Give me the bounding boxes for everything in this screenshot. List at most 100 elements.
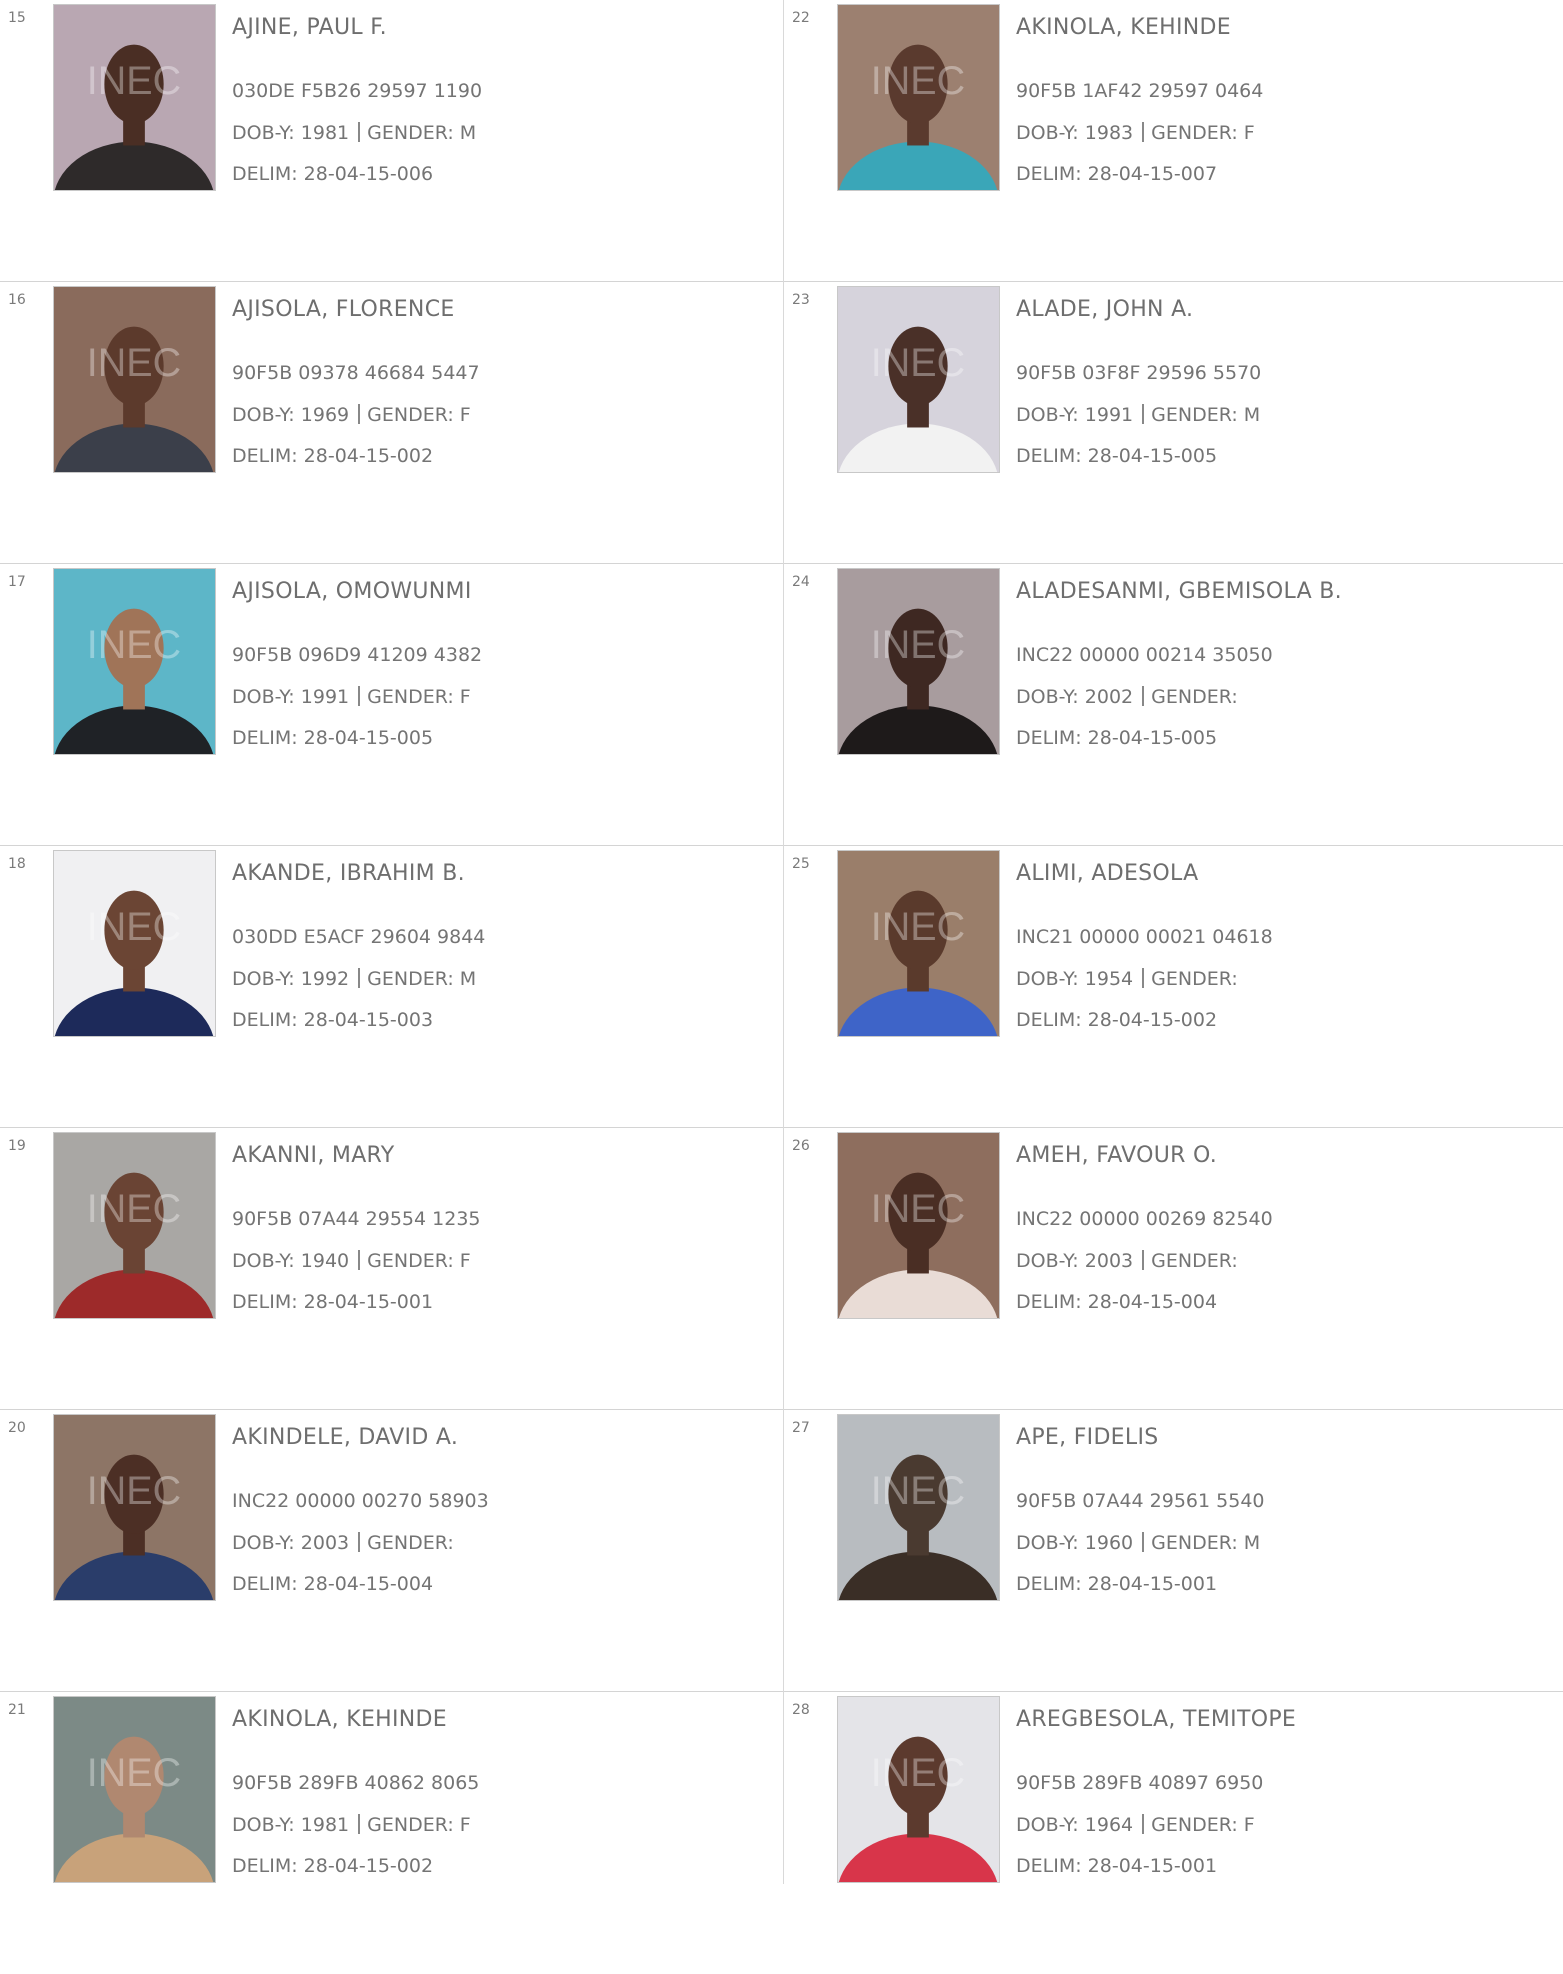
- voter-vin: INC22 00000 00269 82540: [1016, 1208, 1273, 1230]
- delim-label: DELIM:: [1016, 1855, 1082, 1877]
- watermark-text: INEC: [871, 59, 965, 103]
- watermark-text: INEC: [871, 905, 965, 949]
- watermark-text: INEC: [871, 1469, 965, 1513]
- portrait-image: INEC: [54, 569, 215, 754]
- voter-entry: 27 INEC APE, FIDELIS 90F5B 07A44 29561 5…: [784, 1410, 1563, 1692]
- voter-vin: INC21 00000 00021 04618: [1016, 926, 1273, 948]
- gender-label: GENDER:: [1151, 1532, 1238, 1554]
- gender-label: GENDER:: [367, 404, 454, 426]
- dob-label: DOB-Y:: [1016, 686, 1079, 708]
- voter-delim: DELIM: 28-04-15-004: [232, 1573, 433, 1595]
- portrait-image: INEC: [838, 287, 999, 472]
- dob-label: DOB-Y:: [1016, 122, 1079, 144]
- voter-vin: 90F5B 09378 46684 5447: [232, 362, 480, 384]
- entry-number: 18: [8, 856, 26, 872]
- voter-name: AJISOLA, FLORENCE: [232, 297, 455, 322]
- voter-dob-gender: DOB-Y: 1981 GENDER: F: [232, 1814, 471, 1836]
- voter-entry: 18 INEC AKANDE, IBRAHIM B. 030DD E5ACF 2…: [0, 846, 783, 1128]
- dob-label: DOB-Y:: [232, 1532, 295, 1554]
- dob-label: DOB-Y:: [232, 1814, 295, 1836]
- gender-value: M: [459, 122, 477, 144]
- voter-photo: INEC: [837, 4, 1000, 191]
- gender-value: F: [459, 1814, 471, 1836]
- portrait-image: INEC: [54, 1133, 215, 1318]
- separator: [358, 1250, 361, 1270]
- entry-number: 17: [8, 574, 26, 590]
- watermark-text: INEC: [87, 1751, 181, 1795]
- watermark-text: INEC: [87, 905, 181, 949]
- voter-vin: INC22 00000 00270 58903: [232, 1490, 489, 1512]
- gender-label: GENDER:: [367, 1250, 454, 1272]
- dob-value: 1940: [300, 1250, 350, 1272]
- voter-delim: DELIM: 28-04-15-003: [232, 1009, 433, 1031]
- entry-number: 23: [792, 292, 810, 308]
- dob-label: DOB-Y:: [1016, 968, 1079, 990]
- dob-value: 2003: [1084, 1250, 1134, 1272]
- gender-label: GENDER:: [367, 686, 454, 708]
- voter-column-right: 22 INEC AKINOLA, KEHINDE 90F5B 1AF42 295…: [784, 0, 1563, 1974]
- entry-number: 19: [8, 1138, 26, 1154]
- dob-label: DOB-Y:: [232, 1250, 295, 1272]
- dob-label: DOB-Y:: [1016, 404, 1079, 426]
- portrait-image: INEC: [54, 851, 215, 1036]
- voter-entry: 23 INEC ALADE, JOHN A. 90F5B 03F8F 29596…: [784, 282, 1563, 564]
- watermark-text: INEC: [871, 341, 965, 385]
- gender-label: GENDER:: [367, 1532, 454, 1554]
- delim-label: DELIM:: [232, 1573, 298, 1595]
- watermark-text: INEC: [87, 623, 181, 667]
- dob-label: DOB-Y:: [1016, 1250, 1079, 1272]
- voter-entry: 15 INEC AJINE, PAUL F. 030DE F5B26 29597…: [0, 0, 783, 282]
- voter-photo: INEC: [53, 4, 216, 191]
- voter-name: APE, FIDELIS: [1016, 1425, 1159, 1450]
- delim-value: 28-04-15-005: [1087, 727, 1218, 749]
- voter-delim: DELIM: 28-04-15-007: [1016, 163, 1217, 185]
- delim-value: 28-04-15-001: [1087, 1855, 1218, 1877]
- voter-delim: DELIM: 28-04-15-005: [1016, 445, 1217, 467]
- separator: [358, 1532, 361, 1552]
- dob-value: 1991: [300, 686, 350, 708]
- gender-value: M: [459, 968, 477, 990]
- voter-name: AKINDELE, DAVID A.: [232, 1425, 459, 1450]
- gender-value: F: [459, 686, 471, 708]
- entry-number: 15: [8, 10, 26, 26]
- voter-vin: 030DE F5B26 29597 1190: [232, 80, 483, 102]
- separator: [1142, 686, 1145, 706]
- voter-delim: DELIM: 28-04-15-006: [232, 163, 433, 185]
- voter-delim: DELIM: 28-04-15-001: [232, 1291, 433, 1313]
- voter-dob-gender: DOB-Y: 1983 GENDER: F: [1016, 122, 1255, 144]
- voter-name: AREGBESOLA, TEMITOPE: [1016, 1707, 1297, 1732]
- portrait-image: INEC: [838, 1415, 999, 1600]
- watermark-text: INEC: [871, 1751, 965, 1795]
- gender-value: M: [1243, 404, 1261, 426]
- delim-value: 28-04-15-004: [303, 1573, 434, 1595]
- gender-label: GENDER:: [1151, 122, 1238, 144]
- delim-label: DELIM:: [1016, 445, 1082, 467]
- voter-entry: 21 INEC AKINOLA, KEHINDE 90F5B 289FB 408…: [0, 1692, 783, 1974]
- delim-label: DELIM:: [1016, 1009, 1082, 1031]
- dob-value: 1969: [300, 404, 350, 426]
- delim-label: DELIM:: [1016, 1573, 1082, 1595]
- entry-number: 25: [792, 856, 810, 872]
- voter-photo: INEC: [837, 568, 1000, 755]
- voter-entry: 17 INEC AJISOLA, OMOWUNMI 90F5B 096D9 41…: [0, 564, 783, 846]
- portrait-image: INEC: [54, 1415, 215, 1600]
- voter-vin: 90F5B 289FB 40897 6950: [1016, 1772, 1264, 1794]
- voter-photo: INEC: [837, 850, 1000, 1037]
- voter-vin: 90F5B 07A44 29554 1235: [232, 1208, 481, 1230]
- voter-dob-gender: DOB-Y: 2003 GENDER:: [232, 1532, 454, 1554]
- gender-label: GENDER:: [1151, 1250, 1238, 1272]
- voter-delim: DELIM: 28-04-15-001: [1016, 1855, 1217, 1877]
- portrait-image: INEC: [838, 1697, 999, 1882]
- separator: [358, 122, 361, 142]
- separator: [358, 404, 361, 424]
- voter-photo: INEC: [53, 568, 216, 755]
- watermark-text: INEC: [87, 1469, 181, 1513]
- portrait-image: INEC: [838, 851, 999, 1036]
- entry-number: 24: [792, 574, 810, 590]
- separator: [1142, 404, 1145, 424]
- voter-photo: INEC: [53, 1132, 216, 1319]
- voter-dob-gender: DOB-Y: 1960 GENDER: M: [1016, 1532, 1260, 1554]
- voter-vin: 90F5B 03F8F 29596 5570: [1016, 362, 1262, 384]
- voter-entry: 22 INEC AKINOLA, KEHINDE 90F5B 1AF42 295…: [784, 0, 1563, 282]
- entry-number: 20: [8, 1420, 26, 1436]
